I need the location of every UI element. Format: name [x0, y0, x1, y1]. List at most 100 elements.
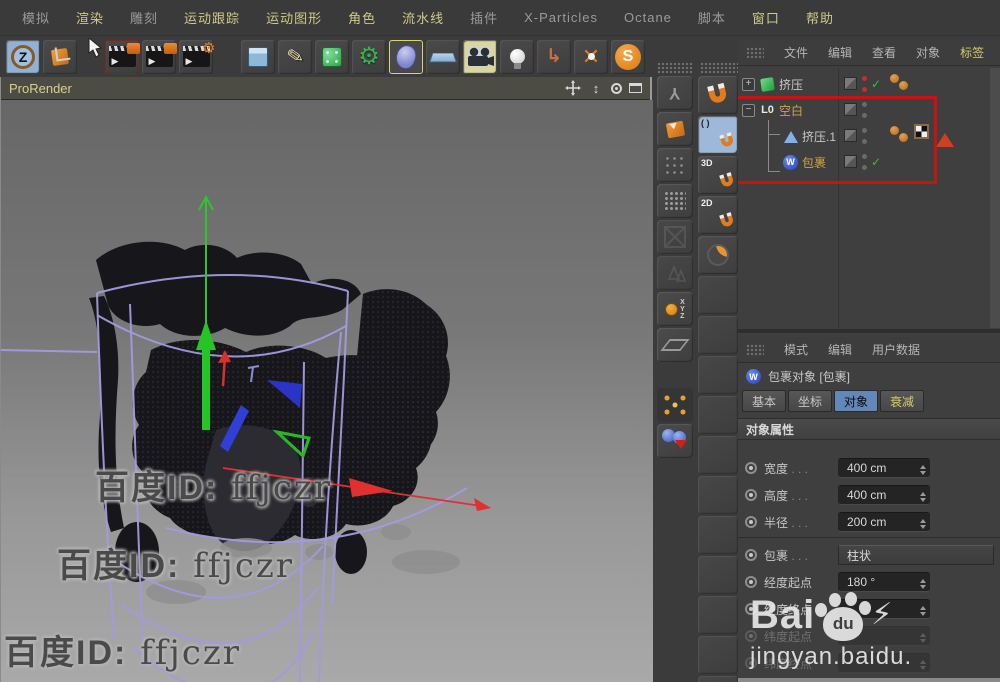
points-grid-icon	[664, 155, 686, 175]
metaball-tool[interactable]	[389, 39, 423, 74]
star-points-icon	[663, 394, 687, 416]
grip-handle[interactable]	[746, 46, 764, 59]
grip-handle[interactable]	[657, 62, 693, 74]
width-input[interactable]: 400 cm	[838, 458, 930, 478]
crossed-box-tool[interactable]	[657, 220, 693, 254]
baidu-id-watermark: 百度ID: ffjczr	[95, 468, 333, 508]
triangles-icon	[667, 264, 687, 282]
mouse-cursor	[88, 38, 103, 58]
tab-basic[interactable]: 基本	[742, 390, 787, 412]
pan-icon[interactable]	[565, 80, 581, 96]
primitive-cube-tool[interactable]	[241, 39, 275, 74]
workplane-mode-tool[interactable]	[657, 328, 693, 362]
snap-3d-tool[interactable]: 3D	[698, 156, 738, 194]
om-menu-edit[interactable]: 编辑	[828, 44, 852, 61]
snap-enable-tool[interactable]	[698, 76, 738, 114]
star-points-tool[interactable]	[657, 388, 693, 422]
rotate-quantize-tool[interactable]	[698, 236, 738, 274]
tab-falloff[interactable]: 衰减	[880, 390, 925, 412]
menu-xparticles[interactable]: X-Particles	[524, 10, 598, 25]
om-menu-view[interactable]: 查看	[872, 44, 896, 61]
menu-mograph[interactable]: 运动图形	[266, 8, 322, 27]
height-input[interactable]: 400 cm	[838, 485, 930, 505]
viewport-canvas[interactable]: 百度ID: ffjczr 百度ID: ffjczr 百度ID: ffjczr	[1, 100, 653, 682]
stepper[interactable]	[920, 576, 926, 592]
keyframe-circle[interactable]	[745, 516, 757, 528]
menu-plugins[interactable]: 插件	[470, 8, 498, 27]
render-view-button[interactable]: ▶	[105, 39, 140, 74]
menu-help[interactable]: 帮助	[806, 8, 834, 27]
snap-2d-tool[interactable]: 2D	[698, 196, 738, 234]
sketch-tool[interactable]: S	[611, 39, 645, 74]
expander-icon[interactable]: +	[742, 77, 755, 91]
xyz-coin-icon: XYZ	[665, 299, 685, 320]
polygon-fall-tool[interactable]	[657, 112, 693, 146]
cube-icon	[248, 46, 268, 67]
light-tool[interactable]	[500, 39, 534, 74]
gravity-tool[interactable]	[657, 424, 693, 458]
menu-character[interactable]: 角色	[348, 8, 376, 27]
menu-pipeline[interactable]: 流水线	[402, 8, 444, 27]
radius-input[interactable]: 200 cm	[838, 512, 930, 532]
keyframe-circle[interactable]	[745, 549, 757, 561]
zoom-z-tool[interactable]: Z	[6, 39, 40, 74]
longitude-start-input[interactable]: 180 °	[838, 572, 930, 592]
om-menu-tags[interactable]: 标签	[960, 44, 984, 61]
material-tag[interactable]	[890, 74, 899, 83]
maximize-icon[interactable]	[629, 83, 642, 93]
points-mode-tool[interactable]	[657, 148, 693, 182]
am-menu-userdata[interactable]: 用户数据	[872, 341, 920, 358]
light-bulb-icon	[509, 49, 525, 69]
menu-motion-tracker[interactable]: 运动跟踪	[184, 8, 240, 27]
stepper[interactable]	[920, 489, 926, 505]
snap-option-disabled	[698, 676, 738, 682]
keyframe-circle[interactable]	[745, 576, 757, 588]
material-tag[interactable]	[899, 81, 908, 90]
render-region-button[interactable]: ▶	[142, 39, 177, 74]
render-settings-button[interactable]: ▶ ⚙	[179, 39, 216, 74]
deformer-tool[interactable]: ⚙	[352, 39, 386, 74]
property-row-width: 宽度 400 cm	[738, 455, 1000, 481]
visibility-dots[interactable]	[862, 76, 868, 92]
menu-window[interactable]: 窗口	[752, 8, 780, 27]
dolly-icon[interactable]: ↕	[588, 80, 604, 96]
tab-object[interactable]: 对象	[834, 390, 879, 412]
auto-snap-tool[interactable]: ( )	[698, 116, 738, 154]
tab-coordinates[interactable]: 坐标	[788, 390, 833, 412]
attribute-manager-menu: 模式 编辑 用户数据	[738, 337, 1000, 363]
property-row-wrap: 包裹 柱状	[738, 542, 1000, 568]
generator-tool[interactable]	[315, 39, 349, 74]
menu-simulate[interactable]: 模拟	[22, 8, 50, 27]
mirror-tool[interactable]: Y	[657, 76, 693, 110]
xyz-coordinates-tool[interactable]: XYZ	[657, 292, 693, 326]
floor-tool[interactable]	[426, 39, 460, 74]
menu-script[interactable]: 脚本	[698, 8, 726, 27]
spline-pen-tool[interactable]: ✎	[278, 39, 312, 74]
workplane-tool[interactable]: ↳	[537, 39, 571, 74]
grip-handle[interactable]	[746, 343, 764, 356]
stepper[interactable]	[920, 462, 926, 478]
menu-octane[interactable]: Octane	[624, 10, 672, 25]
om-menu-object[interactable]: 对象	[916, 44, 940, 61]
camera-tool[interactable]	[463, 39, 497, 74]
rotate-icon[interactable]	[611, 82, 622, 94]
layer-toggle[interactable]	[844, 77, 857, 90]
axis-triangles-tool[interactable]	[657, 256, 693, 290]
keyframe-circle[interactable]	[745, 489, 757, 501]
snap-option-disabled	[698, 316, 738, 354]
grip-handle[interactable]	[700, 62, 738, 74]
stepper[interactable]	[920, 516, 926, 532]
points-dense-tool[interactable]	[657, 184, 693, 218]
menu-render[interactable]: 渲染	[76, 8, 104, 27]
wrap-mode-dropdown[interactable]: 柱状	[838, 545, 994, 565]
coordinate-tool[interactable]	[43, 39, 77, 74]
enable-check-icon[interactable]: ✓	[871, 77, 881, 91]
xpresso-tool[interactable]: ✕	[574, 39, 608, 74]
orange-polygon-icon	[665, 120, 685, 138]
om-menu-file[interactable]: 文件	[784, 44, 808, 61]
am-menu-mode[interactable]: 模式	[784, 341, 808, 358]
am-menu-edit[interactable]: 编辑	[828, 341, 852, 358]
keyframe-circle[interactable]	[745, 462, 757, 474]
om-scrollbar[interactable]	[990, 68, 1000, 328]
menu-sculpt[interactable]: 雕刻	[130, 8, 158, 27]
